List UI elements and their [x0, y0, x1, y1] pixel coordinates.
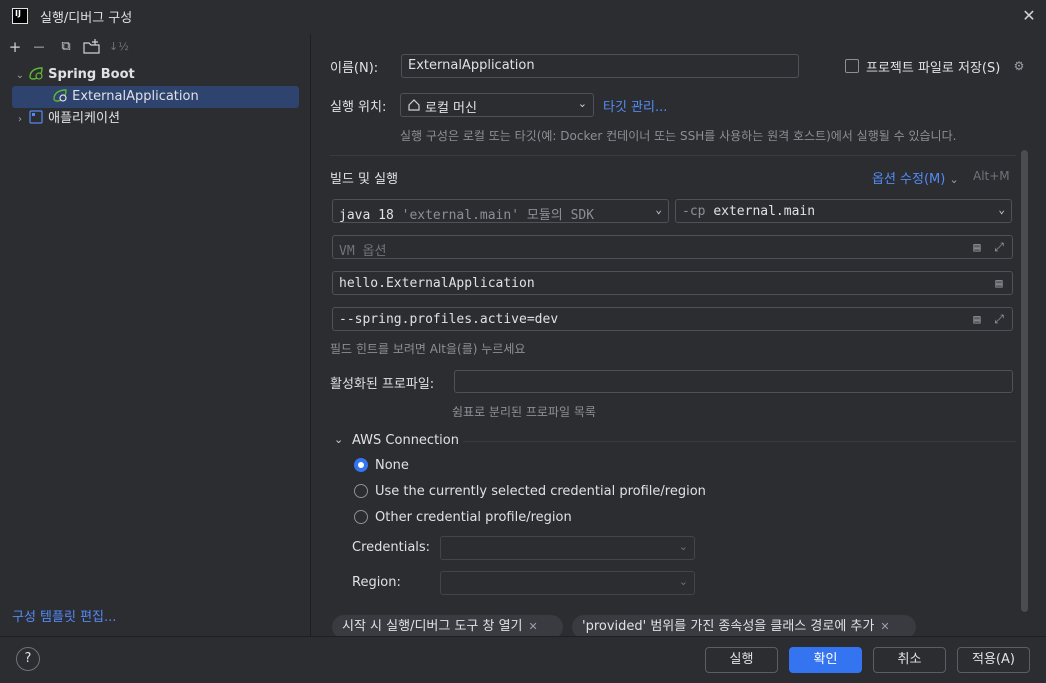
chevron-down-icon: ⌄	[678, 540, 688, 553]
aws-other-profile-radio[interactable]	[354, 510, 368, 524]
tree-item-spring-boot[interactable]: ⌄ Spring Boot	[12, 64, 299, 86]
chevron-down-icon: ⌄	[949, 173, 959, 186]
edit-templates-link[interactable]: 구성 템플릿 편집...	[12, 606, 116, 625]
active-profiles-hint: 쉼표로 분리된 프로파일 목록	[452, 405, 596, 419]
divider	[330, 155, 1016, 156]
main-class-value: hello.ExternalApplication	[339, 276, 535, 291]
document-icon[interactable]: ▤	[970, 240, 984, 254]
aws-option-label: Use the currently selected credential pr…	[375, 484, 706, 499]
tree-label: ExternalApplication	[72, 89, 199, 104]
store-as-file-label: 프로젝트 파일로 저장(S)	[866, 61, 1001, 76]
gear-icon[interactable]: ⚙	[1012, 59, 1026, 73]
active-profiles-label: 활성화된 프로파일:	[330, 377, 435, 392]
spring-boot-run-icon	[52, 88, 68, 102]
store-as-file-checkbox[interactable]	[845, 59, 859, 73]
aws-current-profile-radio[interactable]	[354, 484, 368, 498]
modify-options-link[interactable]: 옵션 수정(M) ⌄	[872, 168, 959, 187]
chevron-down-icon[interactable]: ⌄	[334, 433, 343, 446]
jre-module: 'external.main'	[401, 208, 520, 223]
vm-options-placeholder: VM 옵션	[339, 244, 387, 259]
chip-label: 'provided' 범위를 가진 종속성을 클래스 경로에 추가	[582, 619, 875, 634]
close-icon[interactable]: ✕	[1018, 5, 1040, 27]
field-hint: 필드 힌트를 보려면 Alt을(를) 누르세요	[330, 342, 526, 356]
scrollbar[interactable]	[1021, 150, 1028, 612]
document-icon[interactable]: ▤	[970, 312, 984, 326]
name-label: 이름(N):	[330, 61, 379, 76]
run-button[interactable]: 실행	[705, 647, 778, 673]
chevron-down-icon: ⌄	[577, 97, 587, 110]
cp-module: external.main	[713, 204, 816, 219]
chevron-down-icon[interactable]: ⌄	[12, 65, 28, 87]
window-title: 실행/디버그 구성	[40, 11, 133, 26]
apply-button[interactable]: 적용(A)	[957, 647, 1030, 673]
chevron-down-icon: ⌄	[678, 575, 688, 588]
aws-none-radio[interactable]	[354, 458, 368, 472]
chip-label: 시작 시 실행/디버그 도구 창 열기	[342, 619, 523, 634]
program-arguments-value: --spring.profiles.active=dev	[339, 312, 559, 327]
aws-option-label: None	[375, 458, 409, 473]
tree-item-external-application[interactable]: ExternalApplication	[12, 86, 299, 108]
credentials-label: Credentials:	[352, 540, 431, 555]
ok-button[interactable]: 확인	[789, 647, 862, 673]
title-bar	[0, 0, 1046, 34]
name-field[interactable]: ExternalApplication	[401, 54, 799, 78]
jre-select[interactable]: java 18 'external.main' 모듈의 SDK ⌄	[332, 199, 669, 223]
region-select[interactable]: ⌄	[440, 571, 695, 595]
jre-value: java 18 'external.main' 모듈의 SDK	[339, 204, 594, 223]
aws-connection-title[interactable]: AWS Connection	[352, 433, 459, 448]
main-class-field[interactable]: hello.ExternalApplication ▤	[332, 271, 1013, 295]
document-icon[interactable]: ▤	[992, 276, 1006, 290]
chevron-down-icon: ⌄	[655, 203, 662, 216]
new-folder-icon[interactable]	[83, 39, 101, 55]
cp-flag: -cp	[682, 204, 706, 219]
remove-icon[interactable]: —	[30, 39, 48, 55]
manage-targets-link[interactable]: 타깃 관리...	[603, 96, 667, 115]
jre-java-version: java 18	[339, 208, 394, 223]
tree-item-application[interactable]: › 애플리케이션	[12, 108, 299, 130]
active-profiles-field[interactable]	[454, 370, 1013, 393]
modify-options-shortcut: Alt+M	[973, 169, 1010, 183]
tree-label: 애플리케이션	[48, 111, 120, 126]
run-on-label: 실행 위치:	[330, 100, 387, 115]
run-on-value: 로컬 머신	[425, 101, 477, 116]
modify-options-label: 옵션 수정(M)	[872, 172, 946, 187]
build-run-title: 빌드 및 실행	[330, 172, 399, 187]
credentials-select[interactable]: ⌄	[440, 536, 695, 560]
application-icon	[28, 110, 44, 124]
name-value: ExternalApplication	[408, 58, 535, 73]
cancel-button[interactable]: 취소	[873, 647, 946, 673]
classpath-value: -cp external.main	[682, 204, 815, 219]
help-button[interactable]: ?	[16, 647, 40, 671]
home-icon	[407, 98, 421, 116]
run-on-hint: 실행 구성은 로컬 또는 타깃(예: Docker 컨테이너 또는 SSH를 사…	[400, 129, 957, 143]
close-icon[interactable]: ✕	[880, 620, 889, 633]
aws-option-label: Other credential profile/region	[375, 510, 572, 525]
copy-icon[interactable]: ⧉	[57, 39, 75, 55]
expand-icon[interactable]: ⤢	[992, 240, 1006, 254]
sort-icon[interactable]: ↓½	[109, 39, 129, 55]
run-on-select[interactable]: 로컬 머신 ⌄	[400, 93, 594, 117]
chevron-right-icon[interactable]: ›	[12, 109, 28, 131]
classpath-select[interactable]: -cp external.main ⌄	[675, 199, 1012, 223]
app-logo-icon: IJ	[12, 8, 28, 24]
spring-boot-icon	[28, 66, 44, 80]
expand-icon[interactable]: ⤢	[992, 312, 1006, 326]
divider	[463, 441, 1016, 442]
chevron-down-icon: ⌄	[998, 203, 1005, 216]
add-icon[interactable]: +	[6, 39, 24, 55]
jre-suffix: 모듈의 SDK	[526, 208, 595, 223]
tree-label: Spring Boot	[48, 67, 135, 82]
close-icon[interactable]: ✕	[529, 620, 538, 633]
program-arguments-field[interactable]: --spring.profiles.active=dev ▤ ⤢	[332, 307, 1013, 331]
vm-options-field[interactable]: VM 옵션 ▤ ⤢	[332, 235, 1013, 259]
region-label: Region:	[352, 575, 401, 590]
